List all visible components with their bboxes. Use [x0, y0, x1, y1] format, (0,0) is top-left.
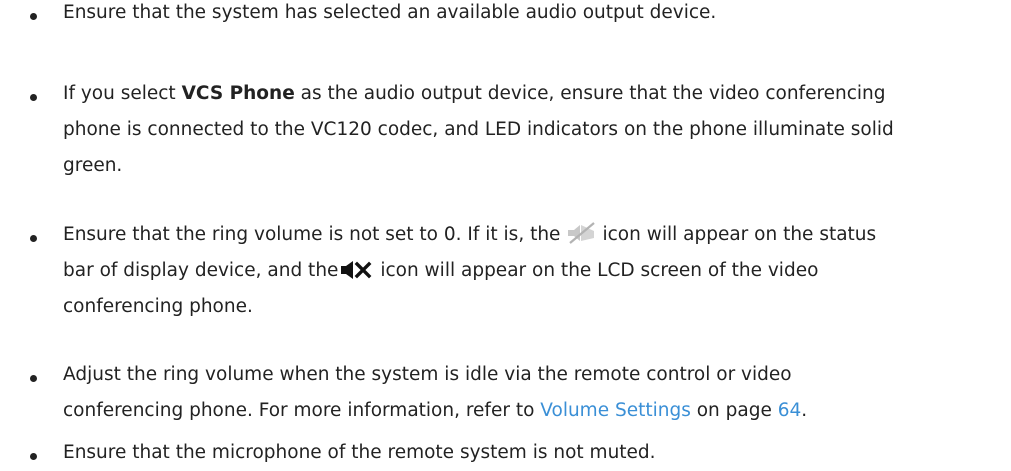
bullet-icon — [30, 13, 37, 20]
troubleshooting-document: Ensure that the system has selected an a… — [0, 0, 1011, 463]
text-line: green. — [63, 155, 123, 176]
text-fragment: on page — [690, 400, 778, 421]
text-line: bar of display device, and the icon will… — [63, 253, 1003, 289]
volume-settings-link[interactable]: Volume Settings — [540, 400, 691, 421]
muted-ring-icon — [568, 222, 596, 244]
bullet-icon — [30, 375, 37, 382]
text-line: Adjust the ring volume when the system i… — [63, 364, 792, 385]
text-fragment: bar of display device, and the — [63, 260, 339, 281]
text-line: conferencing phone. For more information… — [63, 393, 1003, 429]
list-item-text: If you select VCS Phone as the audio out… — [63, 76, 1003, 184]
list-item-text: Ensure that the microphone of the remote… — [63, 435, 1003, 471]
text-line: Ensure that the system has selected an a… — [63, 2, 717, 23]
speaker-muted-icon — [341, 261, 372, 279]
text-line: phone is connected to the VC120 codec, a… — [63, 119, 894, 140]
list-item-text: Ensure that the system has selected an a… — [63, 0, 1003, 31]
text-fragment: Ensure that the ring volume is not set t… — [63, 224, 561, 245]
text-fragment: icon will appear on the status — [602, 224, 877, 245]
bullet-icon — [30, 235, 37, 242]
text-fragment: . — [801, 400, 808, 421]
text-fragment: conferencing phone. For more information… — [63, 400, 541, 421]
text-line: conferencing phone. — [63, 296, 253, 317]
text-line: Ensure that the ring volume is not set t… — [63, 217, 1003, 253]
text-line: Ensure that the microphone of the remote… — [63, 442, 656, 463]
bullet-icon — [30, 453, 37, 460]
vcs-phone-term: VCS Phone — [181, 83, 295, 104]
text-line: If you select VCS Phone as the audio out… — [63, 76, 1003, 112]
page-number-link[interactable]: 64 — [778, 400, 802, 421]
text-fragment: as the audio output device, ensure that … — [294, 83, 886, 104]
bullet-icon — [30, 94, 37, 101]
list-item-text: Ensure that the ring volume is not set t… — [63, 217, 1003, 325]
list-item-text: Adjust the ring volume when the system i… — [63, 357, 1003, 429]
text-fragment: If you select — [63, 83, 182, 104]
text-fragment: icon will appear on the LCD screen of th… — [374, 260, 819, 281]
